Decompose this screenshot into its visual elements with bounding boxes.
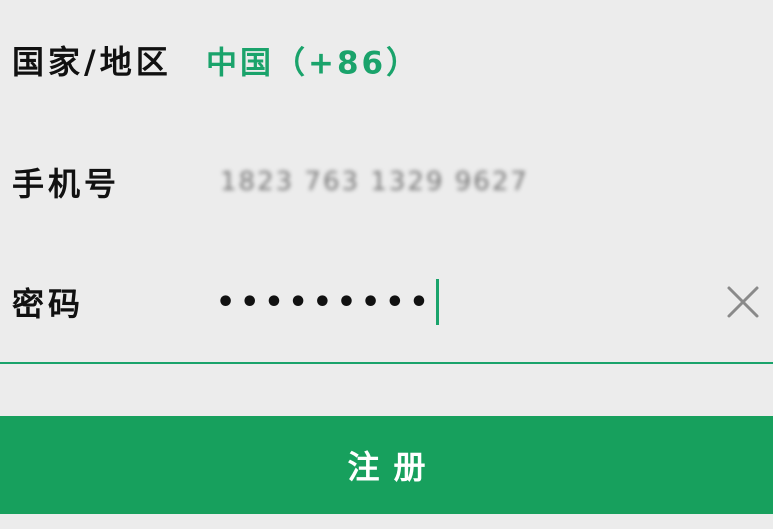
country-region-label: 国家/地区 [12,43,172,81]
phone-number-label: 手机号 [12,165,121,203]
close-icon-glyph [727,286,759,318]
country-region-row[interactable]: 国家/地区 中国（+86） [0,0,773,120]
register-button[interactable]: 注册 [0,416,773,514]
password-field-underline [0,362,773,364]
phone-number-field[interactable]: 1823 763 1329 9627 [220,167,529,197]
password-field[interactable]: ••••••••• [216,278,439,326]
password-value: ••••••••• [216,284,434,320]
password-label: 密码 [12,285,85,323]
phone-number-row: 手机号 1823 763 1329 9627 [0,122,773,242]
country-region-value[interactable]: 中国（+86） [206,38,420,83]
close-icon[interactable] [725,284,761,320]
text-cursor [435,279,439,325]
password-row: 密码 ••••••••• [0,242,773,362]
